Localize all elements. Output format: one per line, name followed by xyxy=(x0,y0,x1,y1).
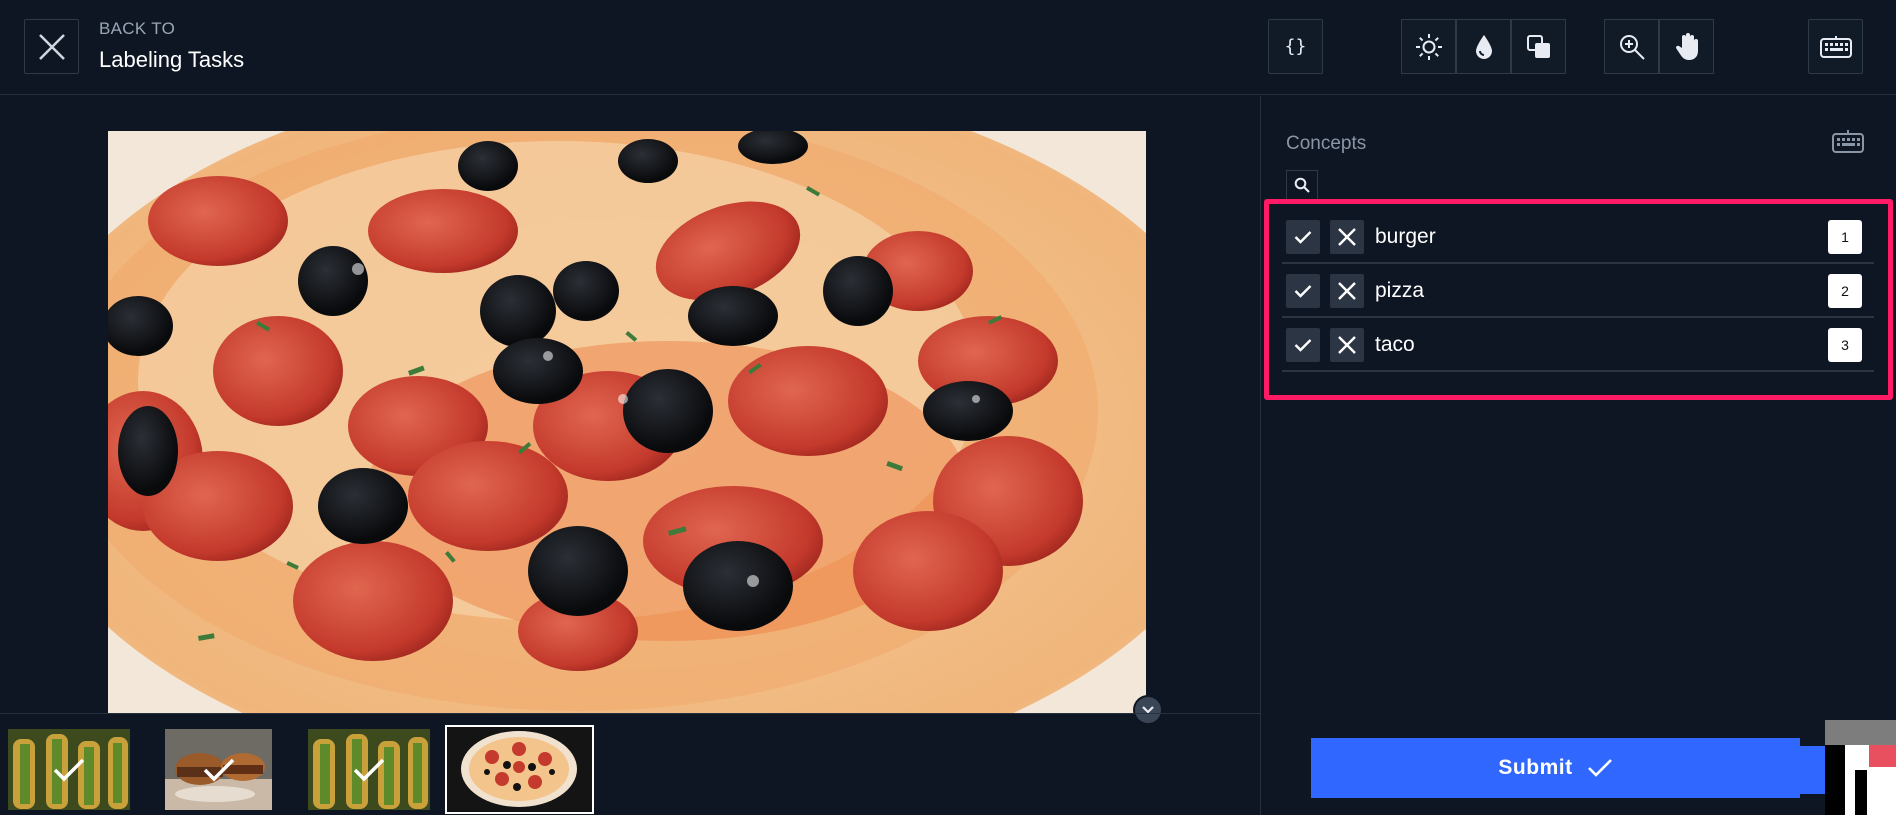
top-bar: BACK TO Labeling Tasks {} xyxy=(0,0,1896,95)
hotkey-badge: 2 xyxy=(1828,274,1862,308)
zoom-in-icon xyxy=(1619,34,1645,60)
back-title-link[interactable]: Labeling Tasks xyxy=(99,47,244,73)
keyboard-shortcuts-button[interactable] xyxy=(1808,19,1863,74)
submit-button[interactable]: Submit xyxy=(1311,738,1800,798)
keyboard-icon xyxy=(1819,35,1852,58)
sun-icon xyxy=(1415,33,1442,60)
concept-search-button[interactable] xyxy=(1286,170,1318,200)
concept-label: taco xyxy=(1375,333,1415,356)
check-icon xyxy=(353,758,385,781)
submit-button-edge xyxy=(1798,746,1826,794)
thumbnail-item[interactable] xyxy=(8,729,130,810)
image-viewer xyxy=(0,96,1260,713)
close-icon xyxy=(1338,336,1356,354)
contrast-button[interactable] xyxy=(1511,19,1566,74)
concept-row-pizza: pizza 2 xyxy=(1282,264,1874,318)
concept-row-burger: burger 1 xyxy=(1282,210,1874,264)
hand-icon xyxy=(1675,32,1698,60)
saturation-button[interactable] xyxy=(1456,19,1511,74)
corner-widget[interactable] xyxy=(1825,720,1896,815)
check-icon xyxy=(1294,339,1312,352)
thumbnail-strip xyxy=(0,724,1260,815)
concept-row-taco: taco 3 xyxy=(1282,318,1874,372)
accept-button[interactable] xyxy=(1286,220,1320,254)
accept-button[interactable] xyxy=(1286,274,1320,308)
reject-button[interactable] xyxy=(1330,274,1364,308)
close-icon xyxy=(1338,228,1356,246)
concept-label: pizza xyxy=(1375,279,1425,302)
check-icon xyxy=(1587,759,1612,777)
close-button[interactable] xyxy=(24,19,79,74)
hotkey-badge: 1 xyxy=(1828,220,1862,254)
check-icon xyxy=(203,758,234,781)
brightness-button[interactable] xyxy=(1401,19,1456,74)
contrast-icon xyxy=(1526,34,1550,58)
concepts-keyboard-button[interactable] xyxy=(1832,128,1864,159)
thumbnail-item-active[interactable] xyxy=(445,725,594,814)
pan-button[interactable] xyxy=(1659,19,1714,74)
zoom-button[interactable] xyxy=(1604,19,1659,74)
drop-icon xyxy=(1475,34,1492,59)
accept-button[interactable] xyxy=(1286,328,1320,362)
check-icon xyxy=(1294,285,1312,298)
pizza-image[interactable] xyxy=(108,131,1146,713)
thumbnail-item[interactable] xyxy=(165,729,272,810)
reject-button[interactable] xyxy=(1330,328,1364,362)
submit-label: Submit xyxy=(1498,756,1573,779)
check-icon xyxy=(53,758,85,781)
check-icon xyxy=(1294,231,1312,244)
close-icon xyxy=(38,33,65,60)
concept-label: burger xyxy=(1375,225,1436,248)
thumbnail-divider xyxy=(0,713,1260,714)
concepts-heading: Concepts xyxy=(1286,133,1367,154)
hotkey-badge: 3 xyxy=(1828,328,1862,362)
collapse-thumbnails-button[interactable] xyxy=(1133,695,1163,725)
keyboard-icon xyxy=(1832,130,1864,153)
json-view-button[interactable]: {} xyxy=(1268,19,1323,74)
panel-divider xyxy=(1260,96,1261,815)
thumbnail-item[interactable] xyxy=(308,729,430,810)
back-to-label: BACK TO xyxy=(99,19,176,38)
close-icon xyxy=(1338,282,1356,300)
search-icon xyxy=(1294,177,1310,193)
reject-button[interactable] xyxy=(1330,220,1364,254)
